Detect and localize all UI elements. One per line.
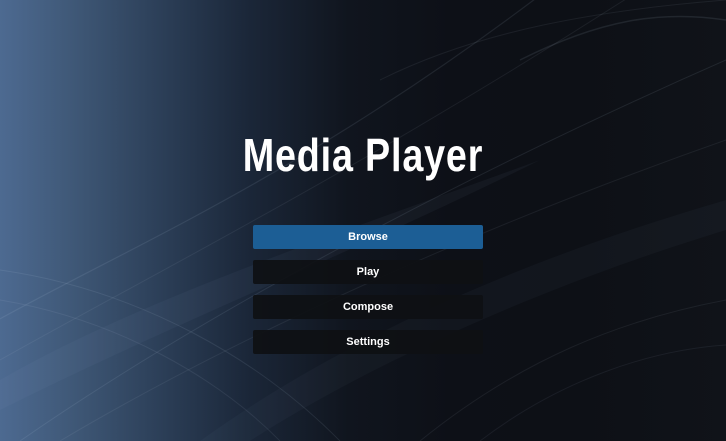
play-button[interactable]: Play — [253, 260, 483, 284]
media-player-screen: Media Player Browse Play Compose Setting… — [0, 0, 726, 441]
app-title: Media Player — [242, 129, 484, 181]
settings-button[interactable]: Settings — [253, 330, 483, 354]
compose-button[interactable]: Compose — [253, 295, 483, 319]
main-menu: Browse Play Compose Settings — [253, 225, 483, 365]
background-swirl-art — [0, 0, 726, 441]
browse-button[interactable]: Browse — [253, 225, 483, 249]
